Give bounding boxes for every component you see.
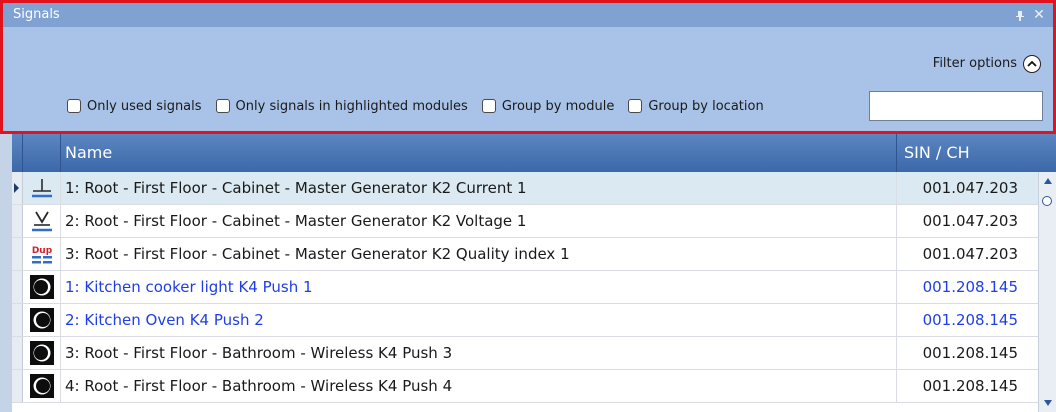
column-header-sin-ch[interactable]: SIN / CH (898, 134, 1040, 172)
svg-text:Dup: Dup (31, 246, 52, 256)
row-name[interactable]: 1: Kitchen cooker light K4 Push 1 (61, 271, 897, 303)
checkbox-only-highlighted-modules[interactable]: Only signals in highlighted modules (215, 98, 468, 114)
checkbox-label: Only used signals (87, 98, 202, 114)
row-selector[interactable] (12, 271, 23, 303)
search-input[interactable] (869, 91, 1043, 121)
checkbox-only-used-signals[interactable]: Only used signals (67, 99, 202, 114)
panel-title: Signals (13, 7, 60, 22)
table-row[interactable]: 4: Root - First Floor - Bathroom - Wirel… (12, 370, 1038, 403)
pin-icon[interactable] (1015, 3, 1025, 27)
table-row[interactable]: 2: Kitchen Oven K4 Push 2 001.208.145 (12, 304, 1038, 337)
signals-grid: Name SIN / CH 1: Root - First Floor - Ca… (0, 134, 1056, 412)
row-name: 3: Root - First Floor - Cabinet - Master… (61, 238, 897, 270)
row-selector[interactable] (12, 172, 23, 204)
signals-panel: Signals ✕ Filter options Only used signa… (0, 0, 1056, 134)
checkbox-box[interactable] (481, 99, 496, 113)
push-button-icon (23, 271, 61, 303)
row-sin-ch: 001.208.145 (922, 344, 1018, 362)
panel-title-bar: Signals ✕ (3, 3, 1053, 27)
row-selector[interactable] (12, 337, 23, 369)
scroll-thumb[interactable] (1042, 196, 1052, 206)
row-selector[interactable] (12, 370, 23, 402)
row-name: 3: Root - First Floor - Bathroom - Wirel… (61, 337, 897, 369)
row-selector[interactable] (12, 205, 23, 237)
row-sin-ch: 001.208.145 (922, 377, 1018, 395)
table-row[interactable]: 2: Root - First Floor - Cabinet - Master… (12, 205, 1038, 238)
checkbox-label: Group by location (648, 98, 764, 114)
filter-options-label: Filter options (932, 56, 1017, 71)
row-selector[interactable] (12, 304, 23, 336)
row-name: 2: Root - First Floor - Cabinet - Master… (61, 205, 897, 237)
voltage-icon (23, 205, 61, 237)
table-row[interactable]: 1: Root - First Floor - Cabinet - Master… (12, 172, 1038, 205)
checkbox-group-by-module[interactable]: Group by module (481, 98, 615, 114)
vertical-scrollbar[interactable] (1038, 172, 1056, 412)
scroll-up-icon[interactable] (1044, 178, 1052, 184)
push-button-icon (23, 337, 61, 369)
checkbox-group-by-location[interactable]: Group by location (628, 98, 764, 114)
filter-options-toggle[interactable]: Filter options (933, 53, 1041, 75)
row-name: 1: Root - First Floor - Cabinet - Master… (61, 172, 897, 204)
push-button-icon (23, 304, 61, 336)
row-sin-ch[interactable]: 001.208.145 (898, 304, 1038, 336)
grid-edge (0, 134, 12, 412)
filter-checkbox-row: Only used signals Only signals in highli… (67, 94, 778, 118)
table-row[interactable]: 3: Root - First Floor - Bathroom - Wirel… (12, 337, 1038, 370)
row-indicator-icon (14, 183, 19, 193)
row-sin-ch: 001.047.203 (922, 245, 1018, 263)
checkbox-label: Group by module (501, 98, 615, 114)
row-name[interactable]: 2: Kitchen Oven K4 Push 2 (61, 304, 897, 336)
column-header-name[interactable]: Name (61, 134, 897, 172)
checkbox-box[interactable] (215, 99, 230, 113)
current-icon (23, 172, 61, 204)
quality-dup-icon: Dup (23, 238, 61, 270)
chevron-up-icon[interactable] (1023, 55, 1041, 73)
checkbox-box[interactable] (628, 99, 643, 113)
row-name: 4: Root - First Floor - Bathroom - Wirel… (61, 370, 897, 402)
row-sin-ch: 001.047.203 (922, 179, 1018, 197)
grid-rows: 1: Root - First Floor - Cabinet - Master… (12, 172, 1038, 412)
header-icon-column (22, 134, 61, 172)
close-icon[interactable]: ✕ (1033, 3, 1045, 27)
row-sin-ch[interactable]: 001.208.145 (898, 271, 1038, 303)
checkbox-box[interactable] (67, 99, 81, 113)
table-row[interactable]: 1: Kitchen cooker light K4 Push 1 001.20… (12, 271, 1038, 304)
row-sin-ch: 001.047.203 (922, 212, 1018, 230)
checkbox-label: Only signals in highlighted modules (235, 98, 468, 114)
grid-header: Name SIN / CH (12, 134, 1056, 172)
scroll-down-icon[interactable] (1044, 400, 1052, 406)
row-selector[interactable] (12, 238, 23, 270)
push-button-icon (23, 370, 61, 402)
table-row[interactable]: Dup 3: Root - First Floor - Cabinet - Ma… (12, 238, 1038, 271)
